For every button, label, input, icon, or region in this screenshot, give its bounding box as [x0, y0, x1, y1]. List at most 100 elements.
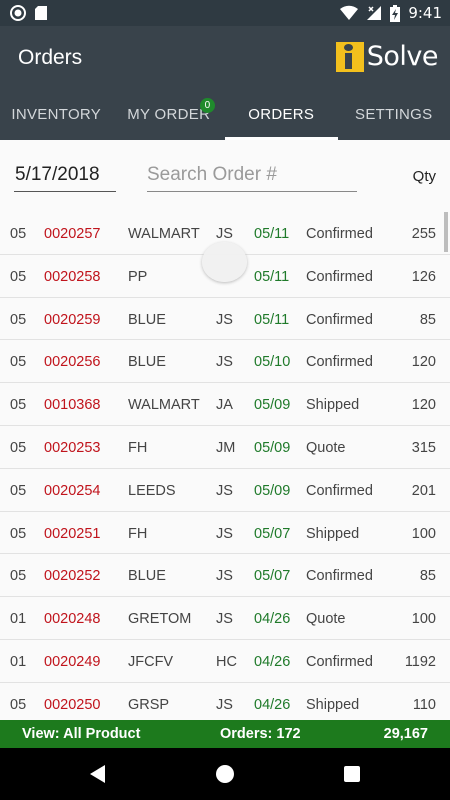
order-row[interactable]: 05 0010368 WALMART JA 05/09 Shipped 120 — [0, 383, 450, 426]
customer-name: LEEDS — [128, 482, 176, 499]
order-row[interactable]: 05 0020254 LEEDS JS 05/09 Confirmed 201 — [0, 469, 450, 512]
search-order-field[interactable] — [147, 164, 357, 192]
rep-initials: JS — [216, 525, 233, 542]
warehouse-code: 05 — [10, 525, 27, 542]
customer-name: FH — [128, 439, 148, 456]
qty-total: 29,167 — [383, 726, 428, 742]
sd-card-icon — [35, 6, 47, 20]
tab-my-order[interactable]: MY ORDER 0 — [113, 90, 226, 140]
order-status: Confirmed — [306, 568, 373, 585]
status-bar: 9:41 — [0, 0, 450, 26]
customer-name: BLUE — [128, 354, 166, 371]
order-date: 05/11 — [254, 226, 290, 242]
tab-label: INVENTORY — [11, 106, 102, 123]
order-qty: 110 — [412, 696, 436, 713]
warehouse-code: 05 — [10, 226, 27, 242]
order-number: 0020250 — [44, 696, 101, 713]
order-number: 0020256 — [44, 354, 101, 371]
order-status: Confirmed — [306, 653, 373, 670]
tab-label: ORDERS — [248, 106, 315, 123]
rep-initials: JS — [216, 226, 233, 242]
order-row[interactable]: 05 0020251 FH JS 05/07 Shipped 100 — [0, 512, 450, 555]
back-icon[interactable] — [86, 762, 110, 786]
wifi-icon — [340, 5, 359, 21]
order-row[interactable]: 05 0020256 BLUE JS 05/10 Confirmed 120 — [0, 340, 450, 384]
order-qty: 120 — [411, 397, 436, 414]
customer-name: GRETOM — [128, 611, 192, 628]
order-qty: 100 — [411, 525, 436, 542]
battery-charging-icon — [390, 4, 401, 22]
order-date: 05/09 — [254, 482, 291, 499]
order-date: 05/07 — [254, 568, 291, 585]
order-qty: 85 — [419, 311, 436, 328]
order-date: 04/26 — [254, 653, 291, 670]
order-row[interactable]: 05 0020252 BLUE JS 05/07 Confirmed 85 — [0, 554, 450, 598]
warehouse-code: 01 — [10, 653, 27, 670]
isolve-logo: Solve — [335, 41, 439, 72]
summary-footer: View: All Product Orders: 172 29,167 — [0, 720, 450, 748]
view-filter-label[interactable]: View: All Product — [22, 726, 140, 742]
order-date: 05/11 — [254, 311, 290, 328]
order-date: 05/07 — [254, 525, 291, 542]
scrollbar[interactable] — [444, 212, 448, 252]
recents-icon[interactable] — [340, 762, 364, 786]
customer-name: WALMART — [128, 397, 200, 414]
order-qty: 201 — [411, 482, 436, 499]
order-qty: 1192 — [404, 653, 436, 670]
date-field[interactable]: 5/17/2018 — [14, 164, 116, 192]
tab-label: SETTINGS — [355, 106, 433, 123]
order-qty: 85 — [419, 568, 436, 585]
tab-label: MY ORDER — [127, 106, 211, 123]
orders-count: Orders: 172 — [220, 726, 301, 742]
logo-text: Solve — [366, 41, 439, 72]
warehouse-code: 05 — [10, 354, 27, 371]
customer-name: GRSP — [128, 696, 170, 713]
warehouse-code: 05 — [10, 439, 27, 456]
order-row[interactable]: 01 0020249 JFCFV HC 04/26 Confirmed 1192 — [0, 640, 450, 683]
filter-bar: 5/17/2018 Qty — [0, 140, 450, 212]
cell-signal-icon — [367, 6, 382, 20]
order-row[interactable]: 05 0020259 BLUE JS 05/11 Confirmed 85 — [0, 298, 450, 341]
rep-initials: JA — [216, 397, 233, 414]
order-status: Shipped — [306, 525, 360, 542]
order-status: Shipped — [306, 397, 360, 414]
order-status: Confirmed — [306, 311, 373, 328]
rep-initials: JM — [216, 439, 236, 456]
notification-dot-icon — [10, 5, 26, 21]
rep-initials: JS — [216, 568, 233, 585]
customer-name: BLUE — [128, 568, 166, 585]
warehouse-code: 05 — [10, 568, 27, 585]
search-order-input[interactable] — [147, 164, 357, 186]
customer-name: FH — [128, 525, 148, 542]
order-date: 05/11 — [254, 268, 290, 285]
order-row[interactable]: 01 0020248 GRETOM JS 04/26 Quote 100 — [0, 597, 450, 640]
qty-column-header: Qty — [412, 168, 436, 185]
order-row[interactable]: 05 0020250 GRSP JS 04/26 Shipped 110 — [0, 683, 450, 720]
tab-inventory[interactable]: INVENTORY — [0, 90, 113, 140]
warehouse-code: 01 — [10, 611, 27, 628]
order-number: 0020254 — [44, 482, 101, 499]
customer-name: BLUE — [128, 311, 166, 328]
warehouse-code: 05 — [10, 696, 27, 713]
page-title: Orders — [18, 46, 83, 69]
tab-orders[interactable]: ORDERS — [225, 90, 338, 140]
rep-initials: JS — [216, 354, 233, 371]
order-number: 0020257 — [44, 226, 101, 242]
orders-list[interactable]: 05 0020257 WALMART JS 05/11 Confirmed 255 05 002… — [0, 212, 450, 720]
order-number: 0020259 — [44, 311, 101, 328]
warehouse-code: 05 — [10, 482, 27, 499]
warehouse-code: 05 — [10, 397, 27, 414]
customer-name: PP — [128, 268, 148, 285]
rep-initials: JS — [216, 482, 233, 499]
logo-mark-icon — [335, 41, 364, 72]
order-date: 05/09 — [254, 397, 291, 414]
order-status: Quote — [306, 611, 346, 628]
order-date: 05/10 — [254, 354, 291, 371]
order-qty: 255 — [411, 226, 436, 242]
order-status: Shipped — [306, 696, 360, 713]
status-time: 9:41 — [408, 4, 442, 22]
tab-settings[interactable]: SETTINGS — [338, 90, 450, 140]
system-nav-bar — [0, 748, 450, 800]
order-row[interactable]: 05 0020253 FH JM 05/09 Quote 315 — [0, 426, 450, 469]
home-icon[interactable] — [213, 762, 237, 786]
